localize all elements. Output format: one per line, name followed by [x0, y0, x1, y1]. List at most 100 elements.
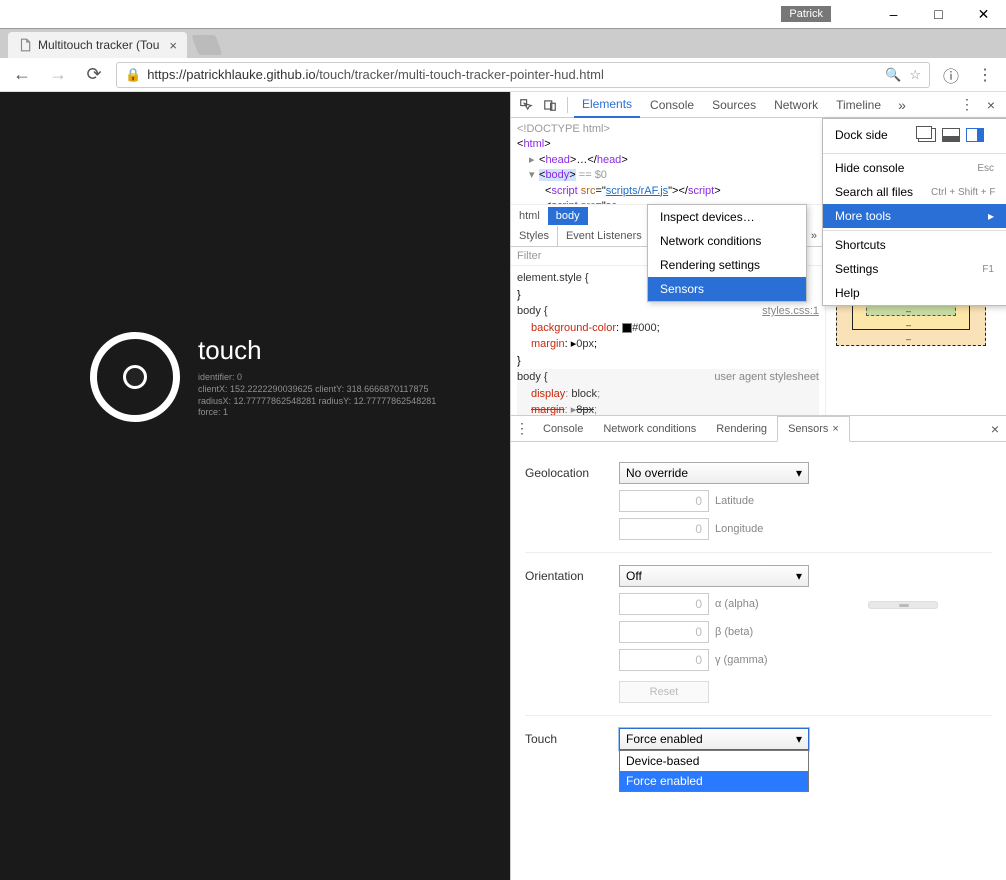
- drawer-menu-icon[interactable]: ⋮: [511, 420, 533, 437]
- reset-button[interactable]: Reset: [619, 681, 709, 703]
- geolocation-label: Geolocation: [525, 462, 605, 480]
- chevron-right-icon: ▸: [988, 209, 994, 223]
- overflow-tabs-icon[interactable]: »: [891, 97, 913, 113]
- window-titlebar: Patrick – □ ✕: [0, 0, 1006, 28]
- browser-menu-icon[interactable]: ⋮: [972, 62, 998, 88]
- star-icon[interactable]: ☆: [909, 67, 921, 83]
- search-icon[interactable]: 🔍: [885, 67, 901, 83]
- address-bar: ← → ⟳ 🔒 https://patrickhlauke.github.io/…: [0, 58, 1006, 92]
- drawer-tab-network-conditions[interactable]: Network conditions: [593, 416, 706, 442]
- drawer-tab-rendering[interactable]: Rendering: [706, 416, 777, 442]
- dock-undock-icon[interactable]: [918, 128, 936, 142]
- longitude-label: Longitude: [715, 523, 763, 535]
- dock-right-icon[interactable]: [966, 128, 984, 142]
- dock-side-label: Dock side: [835, 128, 888, 142]
- dock-side-row: Dock side: [823, 119, 1006, 151]
- gamma-input[interactable]: [619, 649, 709, 671]
- tab-console[interactable]: Console: [642, 92, 702, 118]
- close-drawer-tab-icon[interactable]: ×: [832, 423, 838, 435]
- devtools-settings-menu: Dock side Hide consoleEsc Search all fil…: [822, 118, 1006, 306]
- tab-sources[interactable]: Sources: [704, 92, 764, 118]
- touch-radius: radiusX: 12.77777862548281 radiusY: 12.7…: [198, 396, 436, 408]
- longitude-input[interactable]: [619, 518, 709, 540]
- device-mode-icon[interactable]: [539, 98, 561, 112]
- forward-button[interactable]: →: [44, 61, 72, 89]
- url-path: /touch/tracker/multi-touch-tracker-point…: [316, 67, 604, 82]
- user-badge: Patrick: [781, 6, 831, 22]
- lock-icon: 🔒: [125, 67, 141, 83]
- css-element-style[interactable]: element.style {: [517, 272, 589, 284]
- orientation-label: Orientation: [525, 565, 605, 583]
- menu-hide-console[interactable]: Hide consoleEsc: [823, 156, 1006, 180]
- devtools-menu-icon[interactable]: ⋮: [956, 96, 978, 113]
- drawer-tab-sensors[interactable]: Sensors×: [777, 416, 850, 442]
- sensors-panel: Geolocation No override▾ Latitude Longit…: [511, 442, 1006, 880]
- omnibox[interactable]: 🔒 https://patrickhlauke.github.io/touch/…: [116, 62, 930, 88]
- close-tab-icon[interactable]: ×: [169, 38, 177, 53]
- latitude-input[interactable]: [619, 490, 709, 512]
- url-scheme: https://: [147, 67, 186, 82]
- chevron-down-icon: ▾: [796, 732, 802, 746]
- latitude-label: Latitude: [715, 495, 754, 507]
- browser-tabstrip: Multitouch tracker (Tou ×: [0, 28, 1006, 58]
- event-listeners-tab[interactable]: Event Listeners: [558, 226, 650, 246]
- minimize-button[interactable]: –: [871, 0, 916, 28]
- tab-timeline[interactable]: Timeline: [828, 92, 889, 118]
- menu-search-all-files[interactable]: Search all filesCtrl + Shift + F: [823, 180, 1006, 204]
- page-icon: [18, 38, 32, 52]
- info-icon[interactable]: ⓘ: [938, 62, 964, 88]
- touch-select-options: Device-based Force enabled: [619, 750, 809, 792]
- touch-option-force-enabled[interactable]: Force enabled: [620, 771, 808, 791]
- touch-dot-icon: [123, 365, 147, 389]
- drawer-tabbar: ⋮ Console Network conditions Rendering S…: [511, 416, 1006, 442]
- devtools-close-icon[interactable]: ×: [980, 97, 1002, 113]
- breadcrumb-body[interactable]: body: [548, 207, 588, 225]
- geolocation-select[interactable]: No override▾: [619, 462, 809, 484]
- beta-input[interactable]: [619, 621, 709, 643]
- submenu-network-conditions[interactable]: Network conditions: [648, 229, 806, 253]
- touch-coords: clientX: 152.2222290039625 clientY: 318.…: [198, 384, 436, 396]
- touch-label: Touch: [525, 728, 605, 746]
- reload-button[interactable]: ⟳: [80, 61, 108, 89]
- styles-tab[interactable]: Styles: [511, 226, 558, 246]
- alpha-input[interactable]: [619, 593, 709, 615]
- menu-help[interactable]: Help: [823, 281, 1006, 305]
- css-source-link[interactable]: styles.css:1: [762, 303, 819, 320]
- touch-identifier: identifier: 0: [198, 372, 436, 384]
- close-window-button[interactable]: ✕: [961, 0, 1006, 28]
- ua-stylesheet-label: user agent stylesheet: [714, 369, 819, 386]
- menu-shortcuts[interactable]: Shortcuts: [823, 233, 1006, 257]
- page-viewport[interactable]: touch identifier: 0 clientX: 152.2222290…: [0, 92, 510, 880]
- touch-ring-icon: [90, 332, 180, 422]
- drawer-tab-console[interactable]: Console: [533, 416, 593, 442]
- menu-settings[interactable]: SettingsF1: [823, 257, 1006, 281]
- drawer-close-icon[interactable]: ×: [984, 421, 1006, 437]
- menu-more-tools[interactable]: More tools▸: [823, 204, 1006, 228]
- url-host: patrickhlauke.github.io: [186, 67, 315, 82]
- inspect-element-icon[interactable]: [515, 98, 537, 112]
- tab-elements[interactable]: Elements: [574, 92, 640, 118]
- submenu-sensors[interactable]: Sensors: [648, 277, 806, 301]
- beta-label: β (beta): [715, 626, 753, 638]
- color-swatch-icon[interactable]: [622, 323, 632, 333]
- touch-heading: touch: [198, 335, 436, 366]
- touch-force: force: 1: [198, 407, 436, 419]
- devtools-tabbar: Elements Console Sources Network Timelin…: [511, 92, 1006, 118]
- touch-select[interactable]: Force enabled▾: [619, 728, 809, 750]
- new-tab-button[interactable]: [191, 35, 222, 55]
- submenu-rendering-settings[interactable]: Rendering settings: [648, 253, 806, 277]
- touch-option-device-based[interactable]: Device-based: [620, 751, 808, 771]
- css-body-rule[interactable]: body {: [517, 305, 548, 317]
- more-tools-submenu: Inspect devices… Network conditions Rend…: [647, 204, 807, 302]
- orientation-select[interactable]: Off▾: [619, 565, 809, 587]
- tab-network[interactable]: Network: [766, 92, 826, 118]
- gamma-label: γ (gamma): [715, 654, 768, 666]
- tab-title: Multitouch tracker (Tou: [38, 38, 159, 52]
- back-button[interactable]: ←: [8, 61, 36, 89]
- browser-tab[interactable]: Multitouch tracker (Tou ×: [8, 32, 187, 58]
- devtools-panel: Elements Console Sources Network Timelin…: [510, 92, 1006, 880]
- maximize-button[interactable]: □: [916, 0, 961, 28]
- dock-bottom-icon[interactable]: [942, 128, 960, 142]
- submenu-inspect-devices[interactable]: Inspect devices…: [648, 205, 806, 229]
- breadcrumb-html[interactable]: html: [511, 207, 548, 225]
